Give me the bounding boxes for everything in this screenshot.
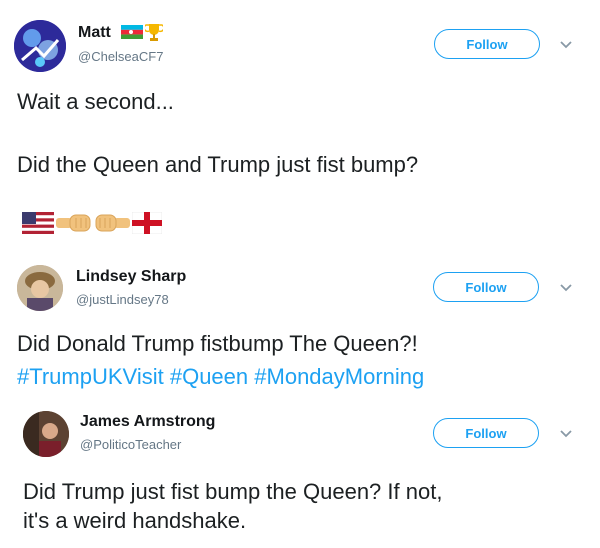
avatar-james[interactable] [23, 411, 69, 457]
hashtag-link[interactable]: #TrumpUKVisit [17, 364, 164, 389]
azerbaijan-flag-icon [121, 25, 143, 39]
avatar-image [14, 20, 66, 72]
fist-right-icon [56, 214, 91, 232]
tweet-text-line: Did Donald Trump fistbump The Queen?! [17, 331, 418, 356]
avatar-lindsey[interactable] [17, 265, 63, 311]
user-name[interactable]: James Armstrong [80, 413, 215, 431]
fist-left-icon [95, 214, 130, 232]
emoji-row [22, 212, 162, 234]
chevron-down-icon[interactable] [559, 283, 573, 293]
tweet-text-line: Did Trump just fist bump the Queen? If n… [23, 479, 443, 504]
tweet-1: Matt @ChelseaCF7 Follow Wait a second...… [0, 0, 600, 250]
tweet-3: James Armstrong @PoliticoTeacher Follow … [0, 400, 600, 548]
tweet-2: Lindsey Sharp @justLindsey78 Follow Did … [0, 250, 600, 400]
tweet-text-line: it's a weird handshake. [23, 508, 247, 533]
user-handle[interactable]: @ChelseaCF7 [78, 49, 163, 64]
hashtag-link[interactable]: #MondayMorning [254, 364, 424, 389]
us-flag-icon [22, 212, 54, 234]
hashtag-line: #TrumpUKVisit #Queen #MondayMorning [17, 363, 424, 391]
user-name[interactable]: Matt [78, 24, 111, 42]
user-handle[interactable]: @PoliticoTeacher [80, 437, 181, 452]
user-handle[interactable]: @justLindsey78 [76, 292, 169, 307]
hashtag-link[interactable]: #Queen [170, 364, 248, 389]
user-name[interactable]: Lindsey Sharp [76, 268, 186, 286]
follow-button[interactable]: Follow [433, 418, 539, 448]
avatar-image [23, 411, 69, 457]
england-flag-icon [132, 212, 162, 234]
follow-button[interactable]: Follow [433, 272, 539, 302]
follow-button[interactable]: Follow [434, 29, 540, 59]
tweet-text-line: Did the Queen and Trump just fist bump? [17, 152, 419, 177]
chevron-down-icon[interactable] [559, 429, 573, 439]
avatar-matt[interactable] [14, 20, 66, 72]
avatar-image [17, 265, 63, 311]
chevron-down-icon[interactable] [559, 40, 573, 50]
tweet-text-line: Wait a second... [17, 89, 174, 114]
trophy-icon [145, 24, 163, 41]
